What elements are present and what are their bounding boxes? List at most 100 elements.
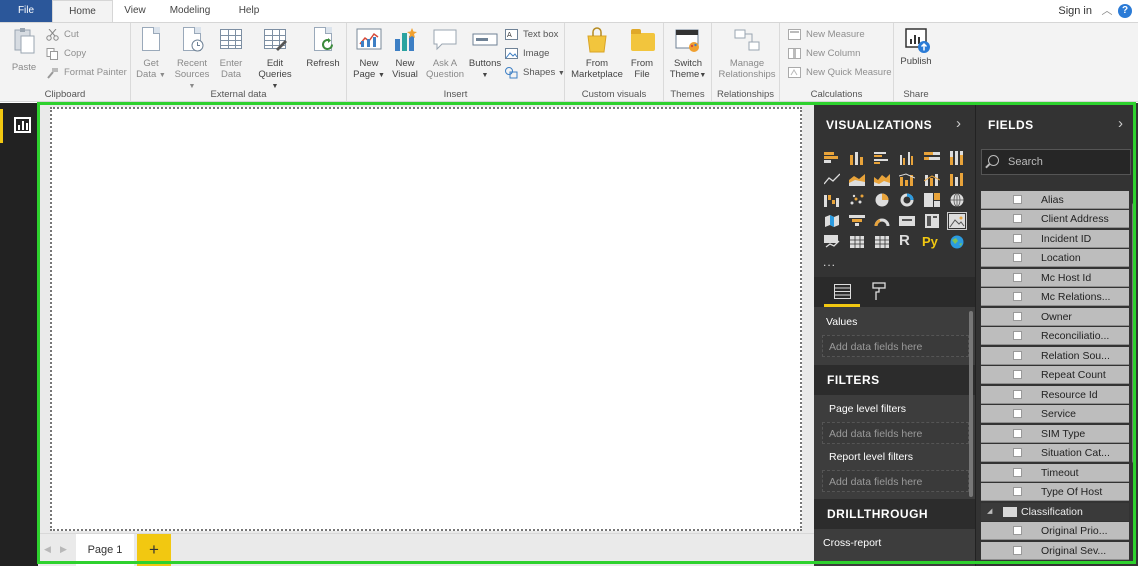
- field-item-type-of-host[interactable]: Type Of Host: [981, 483, 1129, 501]
- sign-in-link[interactable]: Sign in: [1058, 0, 1092, 22]
- stacked-column-chart-icon[interactable]: [849, 151, 865, 165]
- python-visual-icon[interactable]: Py: [922, 234, 944, 249]
- copy-button[interactable]: Copy: [46, 46, 86, 62]
- field-item-service[interactable]: Service: [981, 405, 1129, 423]
- map-globe-icon[interactable]: [949, 193, 965, 207]
- get-data-button[interactable]: Get Data ▼: [135, 27, 167, 81]
- new-column-button[interactable]: New Column: [788, 46, 860, 62]
- image-visual-icon[interactable]: [947, 212, 967, 230]
- field-checkbox[interactable]: [1013, 448, 1022, 457]
- tab-file[interactable]: File: [0, 0, 52, 22]
- field-checkbox[interactable]: [1013, 312, 1022, 321]
- field-checkbox[interactable]: [1013, 390, 1022, 399]
- edit-queries-button[interactable]: Edit Queries ▼: [255, 27, 295, 92]
- field-checkbox[interactable]: [1013, 487, 1022, 496]
- field-item-original-severity[interactable]: Original Sev...: [981, 542, 1129, 560]
- recent-sources-button[interactable]: Recent Sources ▼: [171, 27, 213, 92]
- field-item-alias[interactable]: Alias: [981, 191, 1129, 209]
- tab-home[interactable]: Home: [52, 0, 113, 23]
- next-page-arrow-icon[interactable]: ▶: [60, 544, 67, 555]
- tab-help[interactable]: Help: [223, 0, 275, 22]
- report-view-button[interactable]: [0, 109, 38, 143]
- treemap-icon[interactable]: [924, 193, 940, 207]
- field-item-reconciliation[interactable]: Reconciliatio...: [981, 327, 1129, 345]
- ask-question-button[interactable]: Ask A Question: [423, 27, 467, 80]
- field-checkbox[interactable]: [1013, 468, 1022, 477]
- r-script-visual-icon[interactable]: R: [899, 233, 915, 249]
- field-item-situation-category[interactable]: Situation Cat...: [981, 444, 1129, 462]
- field-item-location[interactable]: Location: [981, 249, 1129, 267]
- field-checkbox[interactable]: [1013, 273, 1022, 282]
- new-page-button[interactable]: New Page ▼: [351, 27, 387, 81]
- field-item-resource-id[interactable]: Resource Id: [981, 386, 1129, 404]
- field-checkbox[interactable]: [1013, 351, 1022, 360]
- prev-page-arrow-icon[interactable]: ◀: [44, 544, 51, 555]
- tab-modeling[interactable]: Modeling: [157, 0, 223, 22]
- stacked-bar-chart-icon[interactable]: [824, 151, 840, 165]
- expand-triangle-icon[interactable]: ◢: [987, 507, 992, 515]
- waterfall-chart-icon[interactable]: [824, 193, 840, 207]
- card-icon[interactable]: [899, 214, 915, 228]
- report-level-filters-well[interactable]: Add data fields here: [822, 470, 969, 492]
- field-item-owner[interactable]: Owner: [981, 308, 1129, 326]
- scatter-chart-icon[interactable]: [849, 193, 865, 207]
- field-checkbox[interactable]: [1013, 409, 1022, 418]
- new-quick-measure-button[interactable]: New Quick Measure: [788, 65, 892, 81]
- tab-view[interactable]: View: [113, 0, 157, 22]
- field-item-relation-source[interactable]: Relation Sou...: [981, 347, 1129, 365]
- clustered-bar-chart-icon[interactable]: [874, 151, 890, 165]
- field-checkbox[interactable]: [1013, 370, 1022, 379]
- field-item-sim-type[interactable]: SIM Type: [981, 425, 1129, 443]
- field-item-incident-id[interactable]: Incident ID: [981, 230, 1129, 248]
- more-visuals-button[interactable]: ...: [823, 255, 836, 269]
- from-file-button[interactable]: From File: [627, 27, 657, 80]
- collapse-ribbon-icon[interactable]: ︿: [1100, 4, 1114, 18]
- field-checkbox[interactable]: [1013, 331, 1022, 340]
- page-tab[interactable]: Page 1: [76, 534, 134, 566]
- field-item-original-priority[interactable]: Original Prio...: [981, 522, 1129, 540]
- new-visual-button[interactable]: New Visual: [389, 27, 421, 80]
- table-item-classification[interactable]: ◢ Classification: [981, 503, 1129, 521]
- field-checkbox[interactable]: [1013, 234, 1022, 243]
- new-measure-button[interactable]: New Measure: [788, 27, 865, 43]
- cut-button[interactable]: Cut: [46, 27, 79, 43]
- report-page-canvas[interactable]: [50, 107, 802, 531]
- field-item-mc-relations[interactable]: Mc Relations...: [981, 288, 1129, 306]
- values-drop-well[interactable]: Add data fields here: [822, 335, 969, 357]
- field-item-mc-host-id[interactable]: Mc Host Id: [981, 269, 1129, 287]
- line-clustered-column-chart-icon[interactable]: [899, 172, 915, 186]
- pie-chart-icon[interactable]: [874, 193, 890, 207]
- stacked-area-chart-icon[interactable]: [874, 172, 890, 186]
- fields-scrollbar[interactable]: [1132, 203, 1136, 463]
- field-item-client-address[interactable]: Client Address: [981, 210, 1129, 228]
- from-marketplace-button[interactable]: From Marketplace: [569, 27, 625, 80]
- fields-search-input[interactable]: [1008, 153, 1126, 171]
- shapes-button[interactable]: Shapes ▼: [505, 65, 565, 81]
- gauge-icon[interactable]: [874, 214, 890, 228]
- field-item-repeat-count[interactable]: Repeat Count: [981, 366, 1129, 384]
- refresh-button[interactable]: Refresh: [303, 27, 343, 69]
- visualizations-scrollbar[interactable]: [969, 311, 973, 497]
- multi-row-card-icon[interactable]: [924, 214, 940, 228]
- area-chart-icon[interactable]: [849, 172, 865, 186]
- field-checkbox[interactable]: [1013, 253, 1022, 262]
- ribbon-chart-icon[interactable]: [949, 172, 965, 186]
- 100-stacked-bar-chart-icon[interactable]: [924, 151, 940, 165]
- collapse-fields-icon[interactable]: ›: [1118, 115, 1123, 132]
- field-item-timeout[interactable]: Timeout: [981, 464, 1129, 482]
- help-icon[interactable]: ?: [1118, 4, 1132, 18]
- field-checkbox[interactable]: [1013, 195, 1022, 204]
- field-checkbox[interactable]: [1013, 214, 1022, 223]
- page-level-filters-well[interactable]: Add data fields here: [822, 422, 969, 444]
- field-checkbox[interactable]: [1013, 292, 1022, 301]
- publish-button[interactable]: Publish: [896, 27, 936, 67]
- slicer-icon[interactable]: [849, 235, 865, 249]
- buttons-button[interactable]: Buttons ▼: [467, 27, 503, 81]
- arcgis-map-icon[interactable]: [949, 235, 965, 249]
- field-checkbox[interactable]: [1013, 429, 1022, 438]
- format-tab[interactable]: [866, 277, 896, 307]
- manage-relationships-button[interactable]: Manage Relationships: [716, 27, 778, 80]
- collapse-visualizations-icon[interactable]: ›: [956, 115, 961, 132]
- clustered-column-chart-icon[interactable]: [899, 151, 915, 165]
- 100-stacked-column-chart-icon[interactable]: [949, 151, 965, 165]
